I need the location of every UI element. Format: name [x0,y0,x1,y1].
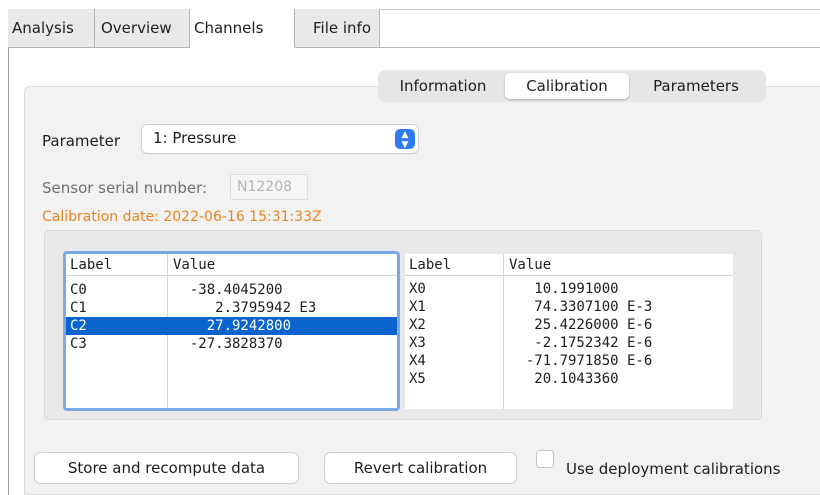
tab-analysis[interactable]: Analysis [8,9,95,48]
header-value: Value [173,257,216,273]
row-label: X4 [409,353,426,369]
tab-strip-divider [380,47,820,48]
store-recompute-button[interactable]: Store and recompute data [35,453,298,483]
subtab-calibration[interactable]: Calibration [505,73,629,99]
table-header: Label Value [66,254,397,276]
row-label: C1 [70,300,87,316]
row-value: 10.1991000 [509,281,619,297]
row-label: X1 [409,299,426,315]
coefficients-table-c[interactable]: Label Value C0 -38.4045200 C1 2.3795942 … [63,251,400,411]
table-header: Label Value [405,254,733,276]
table-row[interactable]: C1 2.3795942 E3 [66,299,397,317]
row-value: -71.7971850 E-6 [509,353,653,369]
row-value: 25.4226000 E-6 [509,317,653,333]
table-row[interactable]: X1 74.3307100 E-3 [405,298,733,316]
row-value: 74.3307100 E-3 [509,299,653,315]
row-label: X5 [409,371,426,387]
row-value: -27.3828370 [173,336,283,352]
row-value: 2.3795942 E3 [173,300,317,316]
table-row[interactable]: X5 20.1043360 [405,370,733,388]
parameter-select[interactable]: 1: Pressure ▲ ▼ [142,125,418,153]
row-label: X2 [409,317,426,333]
row-value: -38.4045200 [173,282,283,298]
revert-calibration-button[interactable]: Revert calibration [325,453,516,483]
row-label: X0 [409,281,426,297]
table-row[interactable]: X2 25.4226000 E-6 [405,316,733,334]
header-value: Value [509,257,552,273]
row-label: C2 [70,318,87,334]
row-label: C3 [70,336,87,352]
header-label: Label [409,257,452,273]
table-row[interactable]: C3 -27.3828370 [66,335,397,353]
use-deployment-label: Use deployment calibrations [566,460,781,478]
parameter-label: Parameter [42,132,121,150]
table-row-selected[interactable]: C2 27.9242800 [66,317,397,335]
tab-channels[interactable]: Channels [190,9,295,48]
row-value: 27.9242800 [173,318,292,334]
row-label: C0 [70,282,87,298]
tab-file-info[interactable]: File info [295,9,380,48]
table-row[interactable]: X3 -2.1752342 E-6 [405,334,733,352]
tab-overview[interactable]: Overview [95,9,190,48]
coefficients-table-x[interactable]: Label Value X0 10.1991000 X1 74.3307100 … [405,254,733,409]
subtab-parameters[interactable]: Parameters [629,73,763,99]
chevron-updown-icon: ▲ ▼ [395,129,415,150]
row-value: 20.1043360 [509,371,619,387]
calibration-date: Calibration date: 2022-06-16 15:31:33Z [42,209,322,225]
parameter-select-value: 1: Pressure [153,129,237,147]
serial-number-field: N12208 [230,174,308,200]
subtab-information[interactable]: Information [381,73,505,99]
header-label: Label [70,257,113,273]
table-row[interactable]: X4 -71.7971850 E-6 [405,352,733,370]
table-row[interactable]: X0 10.1991000 [405,280,733,298]
table-row[interactable]: C0 -38.4045200 [66,281,397,299]
serial-number-label: Sensor serial number: [42,179,208,197]
top-tab-bar: Analysis Overview Channels File info [8,9,380,48]
sub-tab-segmented-control: Information Calibration Parameters [378,70,766,102]
use-deployment-checkbox[interactable] [536,450,554,468]
row-value: -2.1752342 E-6 [509,335,653,351]
row-label: X3 [409,335,426,351]
